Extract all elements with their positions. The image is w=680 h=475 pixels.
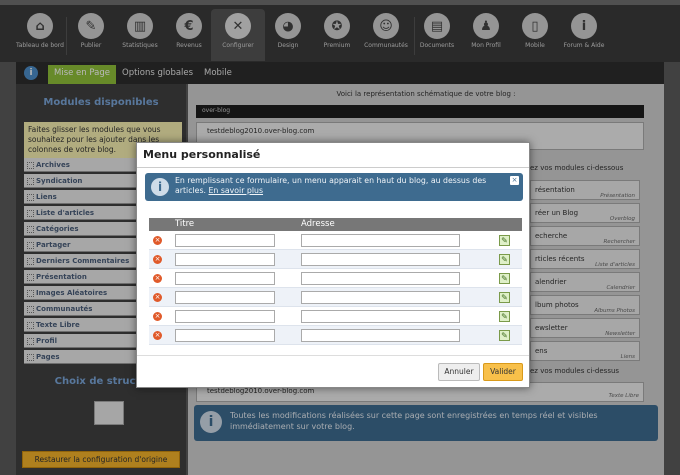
col-title: Titre bbox=[175, 219, 195, 229]
table-row: × ✎ bbox=[149, 288, 522, 307]
table-row: × ✎ bbox=[149, 326, 522, 345]
dialog-title: Menu personnalisé bbox=[143, 148, 261, 161]
address-input[interactable] bbox=[301, 329, 460, 342]
delete-icon[interactable]: × bbox=[153, 255, 162, 264]
delete-icon[interactable]: × bbox=[153, 236, 162, 245]
table-row: × ✎ bbox=[149, 269, 522, 288]
address-input[interactable] bbox=[301, 291, 460, 304]
title-input[interactable] bbox=[175, 253, 275, 266]
title-input[interactable] bbox=[175, 329, 275, 342]
delete-icon[interactable]: × bbox=[153, 293, 162, 302]
edit-icon[interactable]: ✎ bbox=[499, 292, 510, 303]
table-header: Titre Adresse bbox=[149, 218, 522, 231]
divider bbox=[137, 167, 529, 168]
validate-button[interactable]: Valider bbox=[483, 363, 523, 381]
close-icon[interactable]: × bbox=[510, 176, 519, 185]
dialog-notice: i En remplissant ce formulaire, un menu … bbox=[145, 173, 523, 201]
edit-icon[interactable]: ✎ bbox=[499, 235, 510, 246]
edit-icon[interactable]: ✎ bbox=[499, 330, 510, 341]
learn-more-link[interactable]: En savoir plus bbox=[208, 186, 263, 195]
cancel-button[interactable]: Annuler bbox=[438, 363, 480, 381]
address-input[interactable] bbox=[301, 234, 460, 247]
delete-icon[interactable]: × bbox=[153, 331, 162, 340]
divider bbox=[137, 355, 529, 356]
table-row: × ✎ bbox=[149, 307, 522, 326]
title-input[interactable] bbox=[175, 291, 275, 304]
edit-icon[interactable]: ✎ bbox=[499, 273, 510, 284]
custom-menu-dialog: Menu personnalisé i En remplissant ce fo… bbox=[136, 142, 530, 388]
table-row: × ✎ bbox=[149, 231, 522, 250]
title-input[interactable] bbox=[175, 234, 275, 247]
address-input[interactable] bbox=[301, 310, 460, 323]
info-icon: i bbox=[151, 178, 169, 196]
address-input[interactable] bbox=[301, 272, 460, 285]
title-input[interactable] bbox=[175, 310, 275, 323]
edit-icon[interactable]: ✎ bbox=[499, 254, 510, 265]
delete-icon[interactable]: × bbox=[153, 312, 162, 321]
edit-icon[interactable]: ✎ bbox=[499, 311, 510, 322]
address-input[interactable] bbox=[301, 253, 460, 266]
title-input[interactable] bbox=[175, 272, 275, 285]
table-row: × ✎ bbox=[149, 250, 522, 269]
col-address: Adresse bbox=[301, 219, 335, 229]
delete-icon[interactable]: × bbox=[153, 274, 162, 283]
